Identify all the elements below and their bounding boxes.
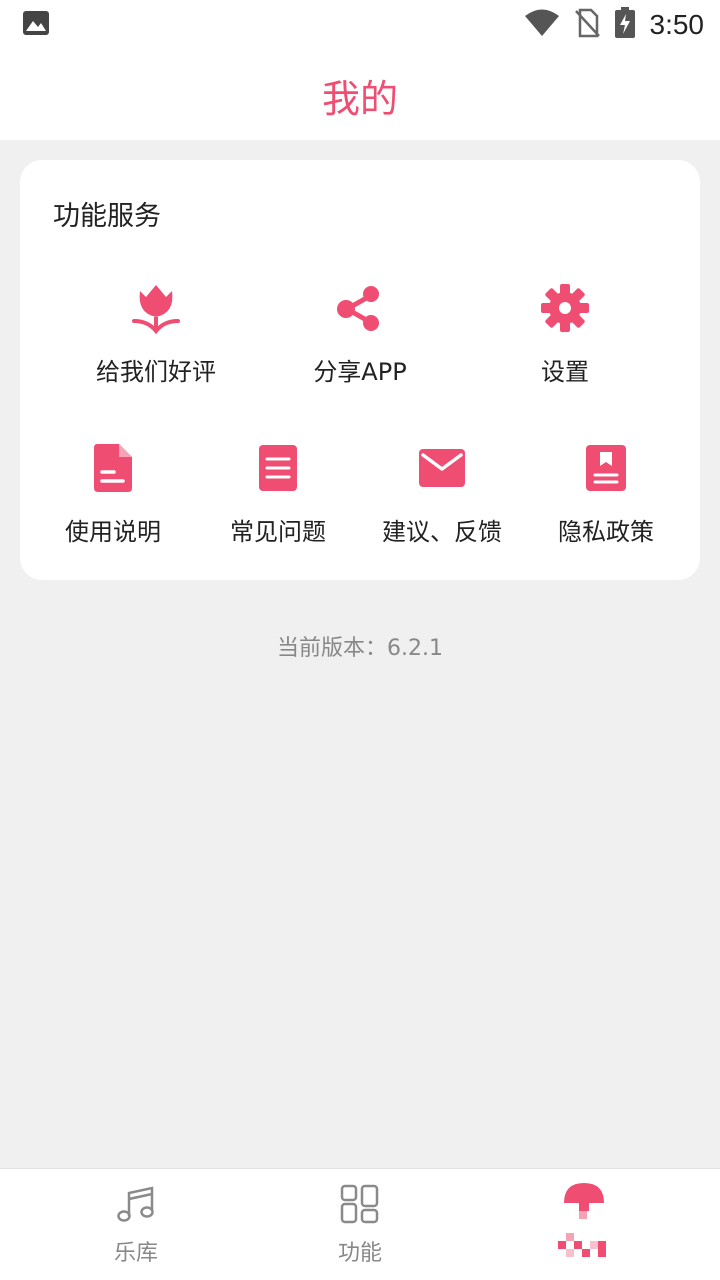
tulip-icon	[126, 278, 186, 338]
music-note-icon	[113, 1181, 159, 1227]
user-guide-label: 使用说明	[65, 518, 161, 546]
privacy-policy-button[interactable]: 隐私政策	[536, 438, 676, 547]
mushroom-pixel-icon	[554, 1181, 614, 1267]
bottom-nav: 乐库 功能	[0, 1168, 720, 1280]
settings-label: 设置	[541, 358, 589, 386]
share-app-label: 分享APP	[313, 358, 407, 386]
nav-tab-features-label: 功能	[337, 1241, 382, 1266]
faq-list-icon	[248, 438, 308, 498]
page-title: 我的	[321, 76, 398, 121]
envelope-icon	[412, 438, 472, 498]
share-icon	[330, 278, 390, 338]
faq-button[interactable]: 常见问题	[208, 438, 348, 547]
gear-icon	[535, 278, 595, 338]
wifi-icon	[524, 9, 560, 41]
title-bar: 我的	[0, 50, 720, 140]
rate-us-label: 给我们好评	[96, 358, 216, 386]
status-bar: 3:50	[0, 0, 720, 50]
faq-label: 常见问题	[230, 518, 326, 546]
rate-us-button[interactable]: 给我们好评	[71, 278, 241, 387]
services-card: 功能服务 给我们好评 分享APP 设置 使用说明 常见问题 建议、反馈 隐私政策	[20, 160, 700, 580]
settings-button[interactable]: 设置	[480, 278, 650, 387]
user-guide-button[interactable]: 使用说明	[43, 438, 183, 547]
image-notification-icon	[22, 10, 50, 40]
battery-charging-icon	[614, 7, 636, 43]
nav-tab-features[interactable]: 功能	[240, 1169, 480, 1280]
no-sim-icon	[574, 8, 600, 42]
grid-icon	[337, 1181, 383, 1227]
status-time: 3:50	[649, 9, 705, 40]
nav-tab-library[interactable]: 乐库	[16, 1169, 256, 1280]
share-app-button[interactable]: 分享APP	[275, 278, 445, 387]
document-icon	[83, 438, 143, 498]
nav-tab-library-label: 乐库	[113, 1241, 158, 1266]
bookmark-icon	[576, 438, 636, 498]
nav-tab-mine[interactable]	[464, 1169, 704, 1280]
services-title: 功能服务	[53, 201, 161, 232]
feedback-button[interactable]: 建议、反馈	[372, 438, 512, 547]
version-text: 当前版本：6.2.1	[277, 636, 443, 661]
privacy-policy-label: 隐私政策	[558, 518, 654, 546]
feedback-label: 建议、反馈	[382, 518, 502, 546]
